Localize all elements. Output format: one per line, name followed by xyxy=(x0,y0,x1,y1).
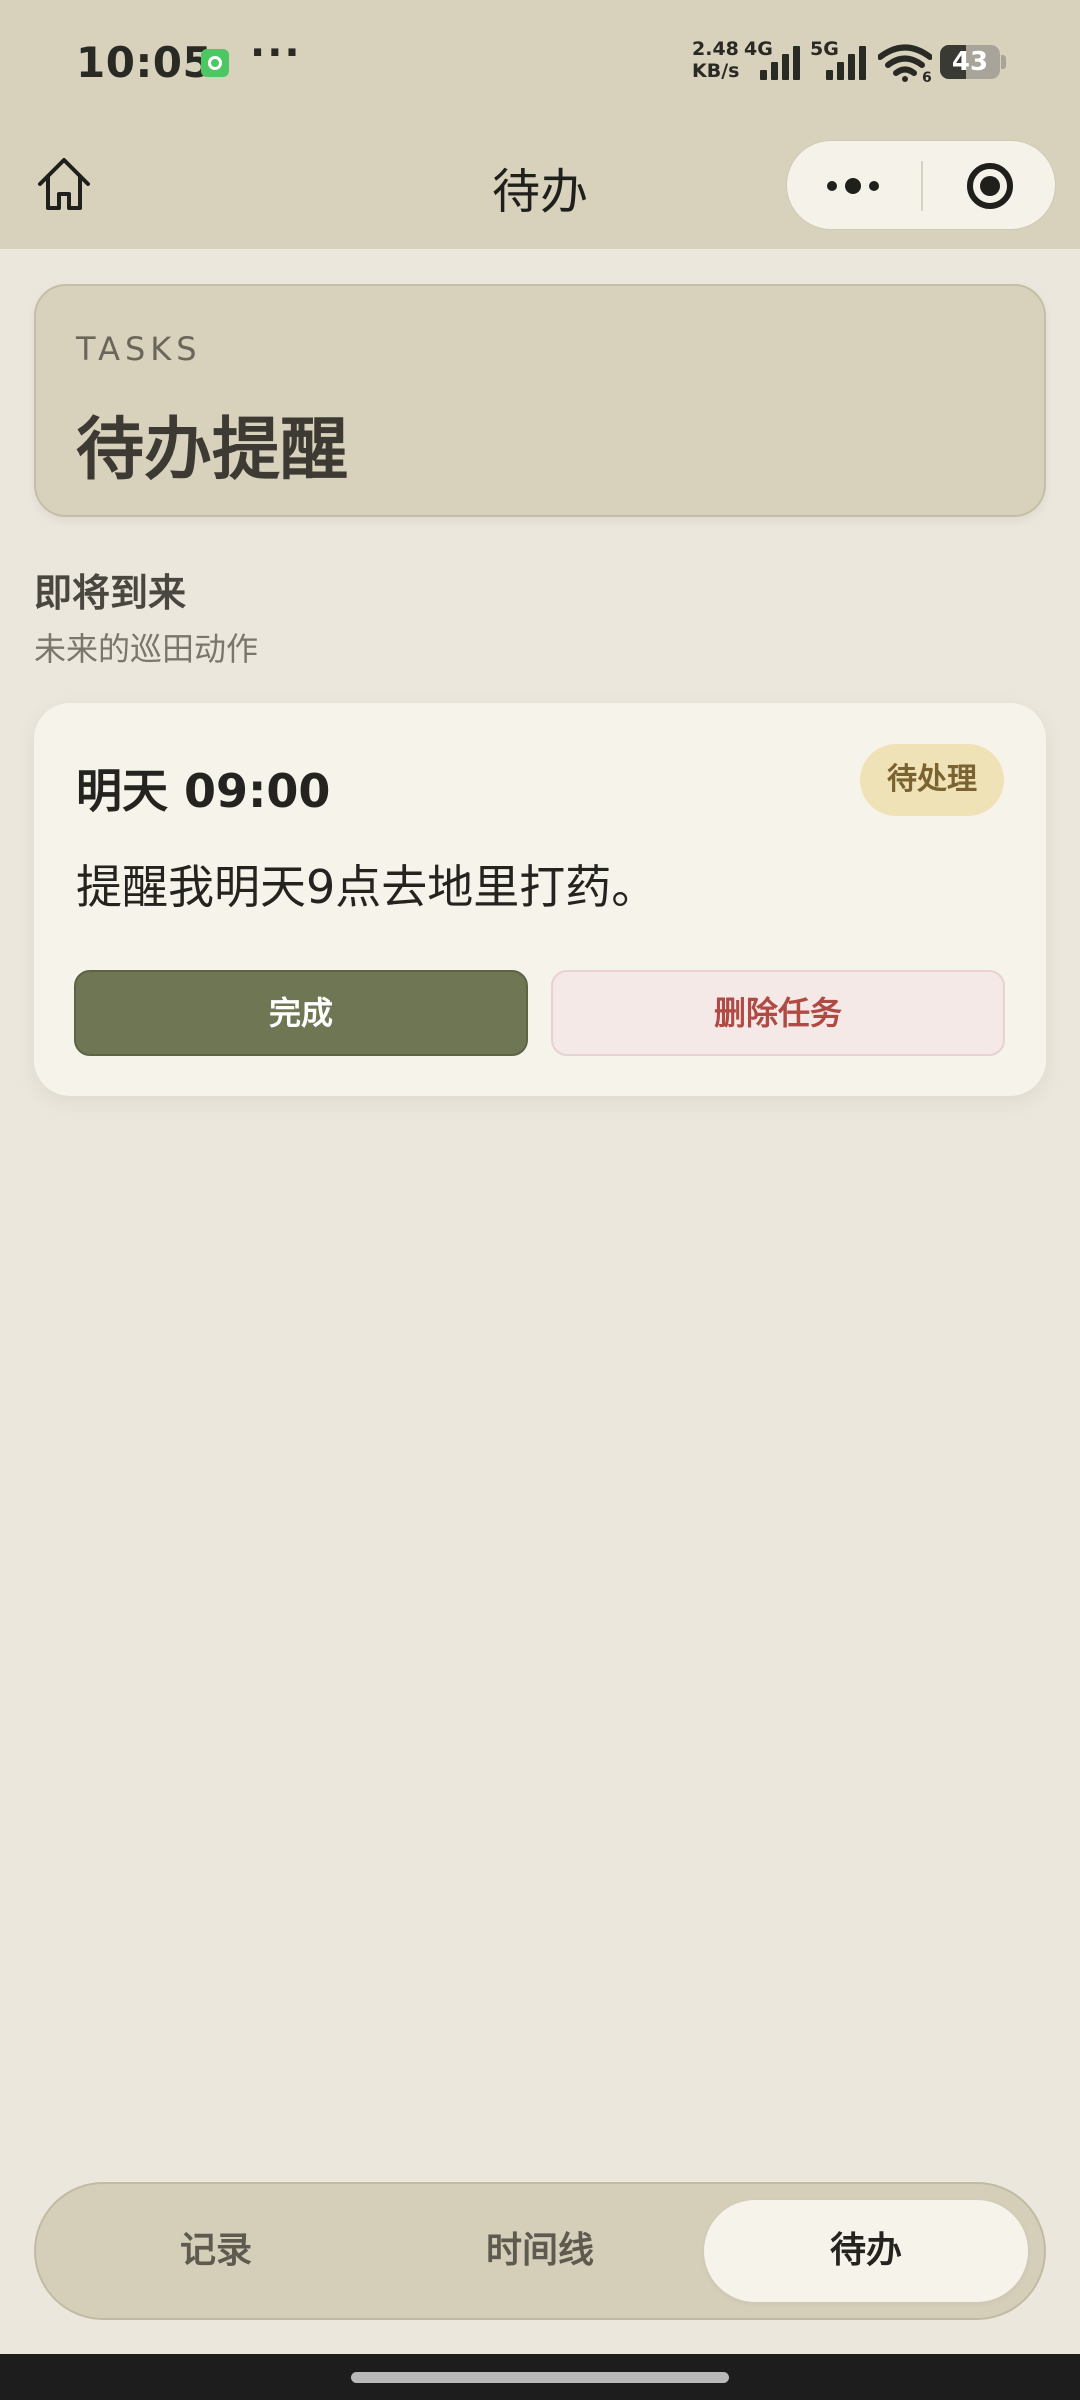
header-eyebrow: TASKS xyxy=(76,330,202,368)
signal-icon xyxy=(826,40,870,80)
app-notification-icon xyxy=(201,49,229,77)
home-indicator[interactable] xyxy=(351,2372,729,2383)
battery-level: 43 xyxy=(951,47,989,77)
system-nav-bar xyxy=(0,2354,1080,2400)
network-speed-value: 2.48 xyxy=(692,38,739,60)
delete-task-button[interactable]: 删除任务 xyxy=(551,970,1005,1056)
header-title: 待办提醒 xyxy=(76,411,349,490)
tab-timeline[interactable]: 时间线 xyxy=(378,2200,702,2302)
tab-bar: 记录 时间线 待办 xyxy=(34,2182,1046,2320)
task-card: 明天 09:00 待处理 提醒我明天9点去地里打药。 完成 删除任务 xyxy=(34,703,1046,1096)
complete-button[interactable]: 完成 xyxy=(74,970,528,1056)
network-speed-unit: KB/s xyxy=(692,60,740,82)
battery-icon: 43 xyxy=(940,45,1000,79)
status-bar: 10:05 ··· 2.48 KB/s 4G 5G 6 43 xyxy=(0,0,1080,124)
more-notifications-icon: ··· xyxy=(250,30,302,76)
nav-bar: 待办 xyxy=(0,124,1080,249)
signal-icon xyxy=(760,40,804,80)
task-text: 提醒我明天9点去地里打药。 xyxy=(76,860,658,914)
network-speed: 2.48 KB/s xyxy=(692,38,739,82)
tab-records[interactable]: 记录 xyxy=(54,2200,378,2302)
wifi-icon: 6 xyxy=(878,44,932,82)
status-badge: 待处理 xyxy=(860,744,1004,816)
target-circle-icon[interactable] xyxy=(923,141,1057,231)
battery-cap xyxy=(1001,55,1006,69)
screen: 10:05 ··· 2.48 KB/s 4G 5G 6 43 待办 TASKS … xyxy=(0,0,1080,2400)
wifi-sub-label: 6 xyxy=(922,70,932,82)
task-time: 明天 09:00 xyxy=(76,764,331,818)
tab-todo[interactable]: 待办 xyxy=(704,2200,1028,2302)
section-title: 即将到来 xyxy=(34,571,187,615)
more-dots-icon[interactable] xyxy=(787,141,921,231)
status-time: 10:05 xyxy=(76,38,213,87)
section-subtitle: 未来的巡田动作 xyxy=(34,630,259,668)
header-card: TASKS 待办提醒 xyxy=(34,284,1046,517)
mini-program-capsule xyxy=(786,140,1056,230)
